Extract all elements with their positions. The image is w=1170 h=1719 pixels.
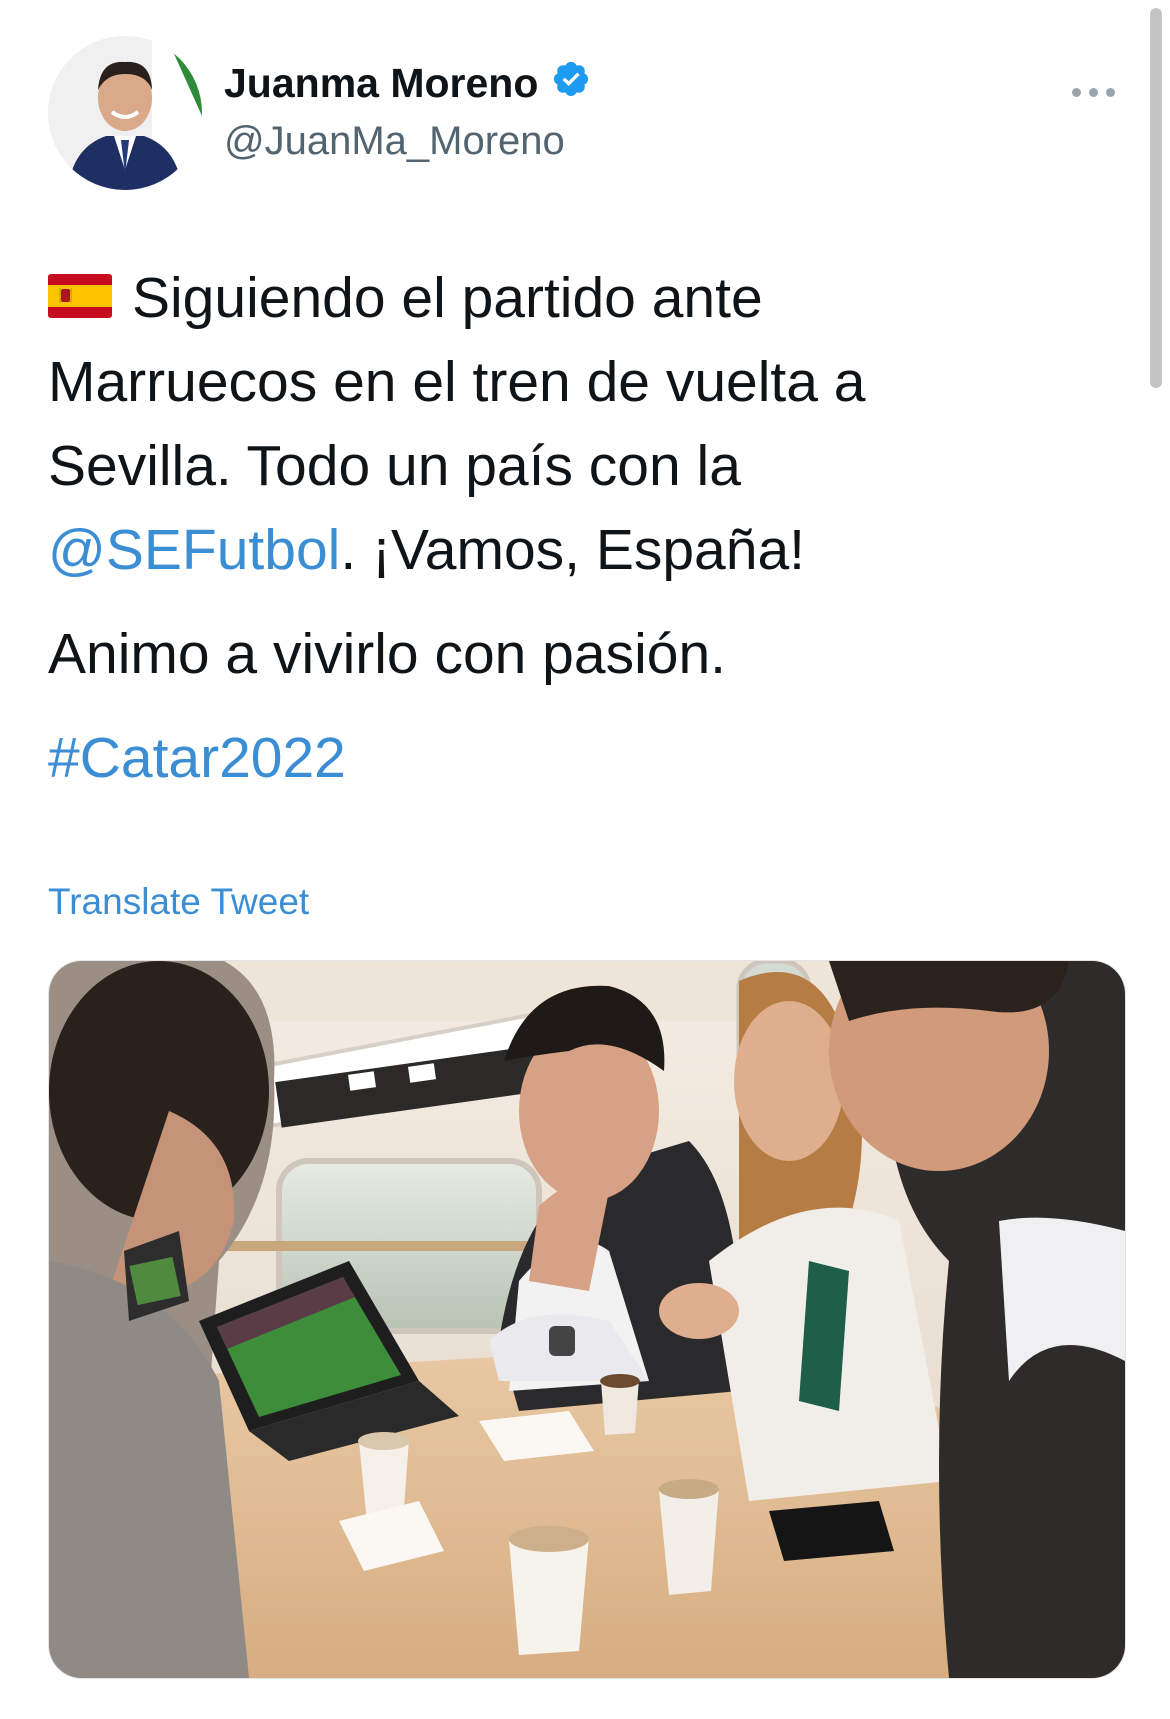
avatar[interactable] [48,36,202,190]
avatar-photo [48,36,202,190]
spain-flag-icon [48,273,112,318]
tweet-text-line-3: Sevilla. Todo un país con la [48,434,741,498]
train-photo-illustration [49,961,1125,1678]
tweet-header: Juanma Moreno @JuanMa_Moreno [48,36,1128,196]
tweet-text-line-1: Siguiendo el partido ante [132,266,763,330]
tweet-text-line-4: . ¡Vamos, España! [340,518,805,582]
author-names: Juanma Moreno @JuanMa_Moreno [224,58,591,166]
more-dot [1071,87,1081,97]
tweet-photo[interactable] [48,960,1126,1679]
tweet-body: Siguiendo el partido ante Marruecos en e… [48,256,1048,592]
tweet-line-1: Siguiendo el partido ante [48,256,1048,340]
mention-link[interactable]: @SEFutbol [48,518,340,582]
translate-tweet-link[interactable]: Translate Tweet [48,880,309,924]
page-scrollbar[interactable] [1150,8,1162,388]
tweet-text-line-2: Marruecos en el tren de vuelta a [48,350,866,414]
tweet-paragraph-2: Animo a vivirlo con pasión. [48,622,726,686]
tweet-line-4: @SEFutbol. ¡Vamos, España! [48,508,1048,592]
hashtag-link[interactable]: #Catar2022 [48,716,346,800]
author-handle[interactable]: @JuanMa_Moreno [224,116,591,166]
more-dots-icon[interactable] [1058,72,1128,112]
verified-badge-icon [553,61,588,97]
more-dot [1088,87,1098,97]
more-dot [1105,87,1115,97]
display-name[interactable]: Juanma Moreno [224,58,538,108]
